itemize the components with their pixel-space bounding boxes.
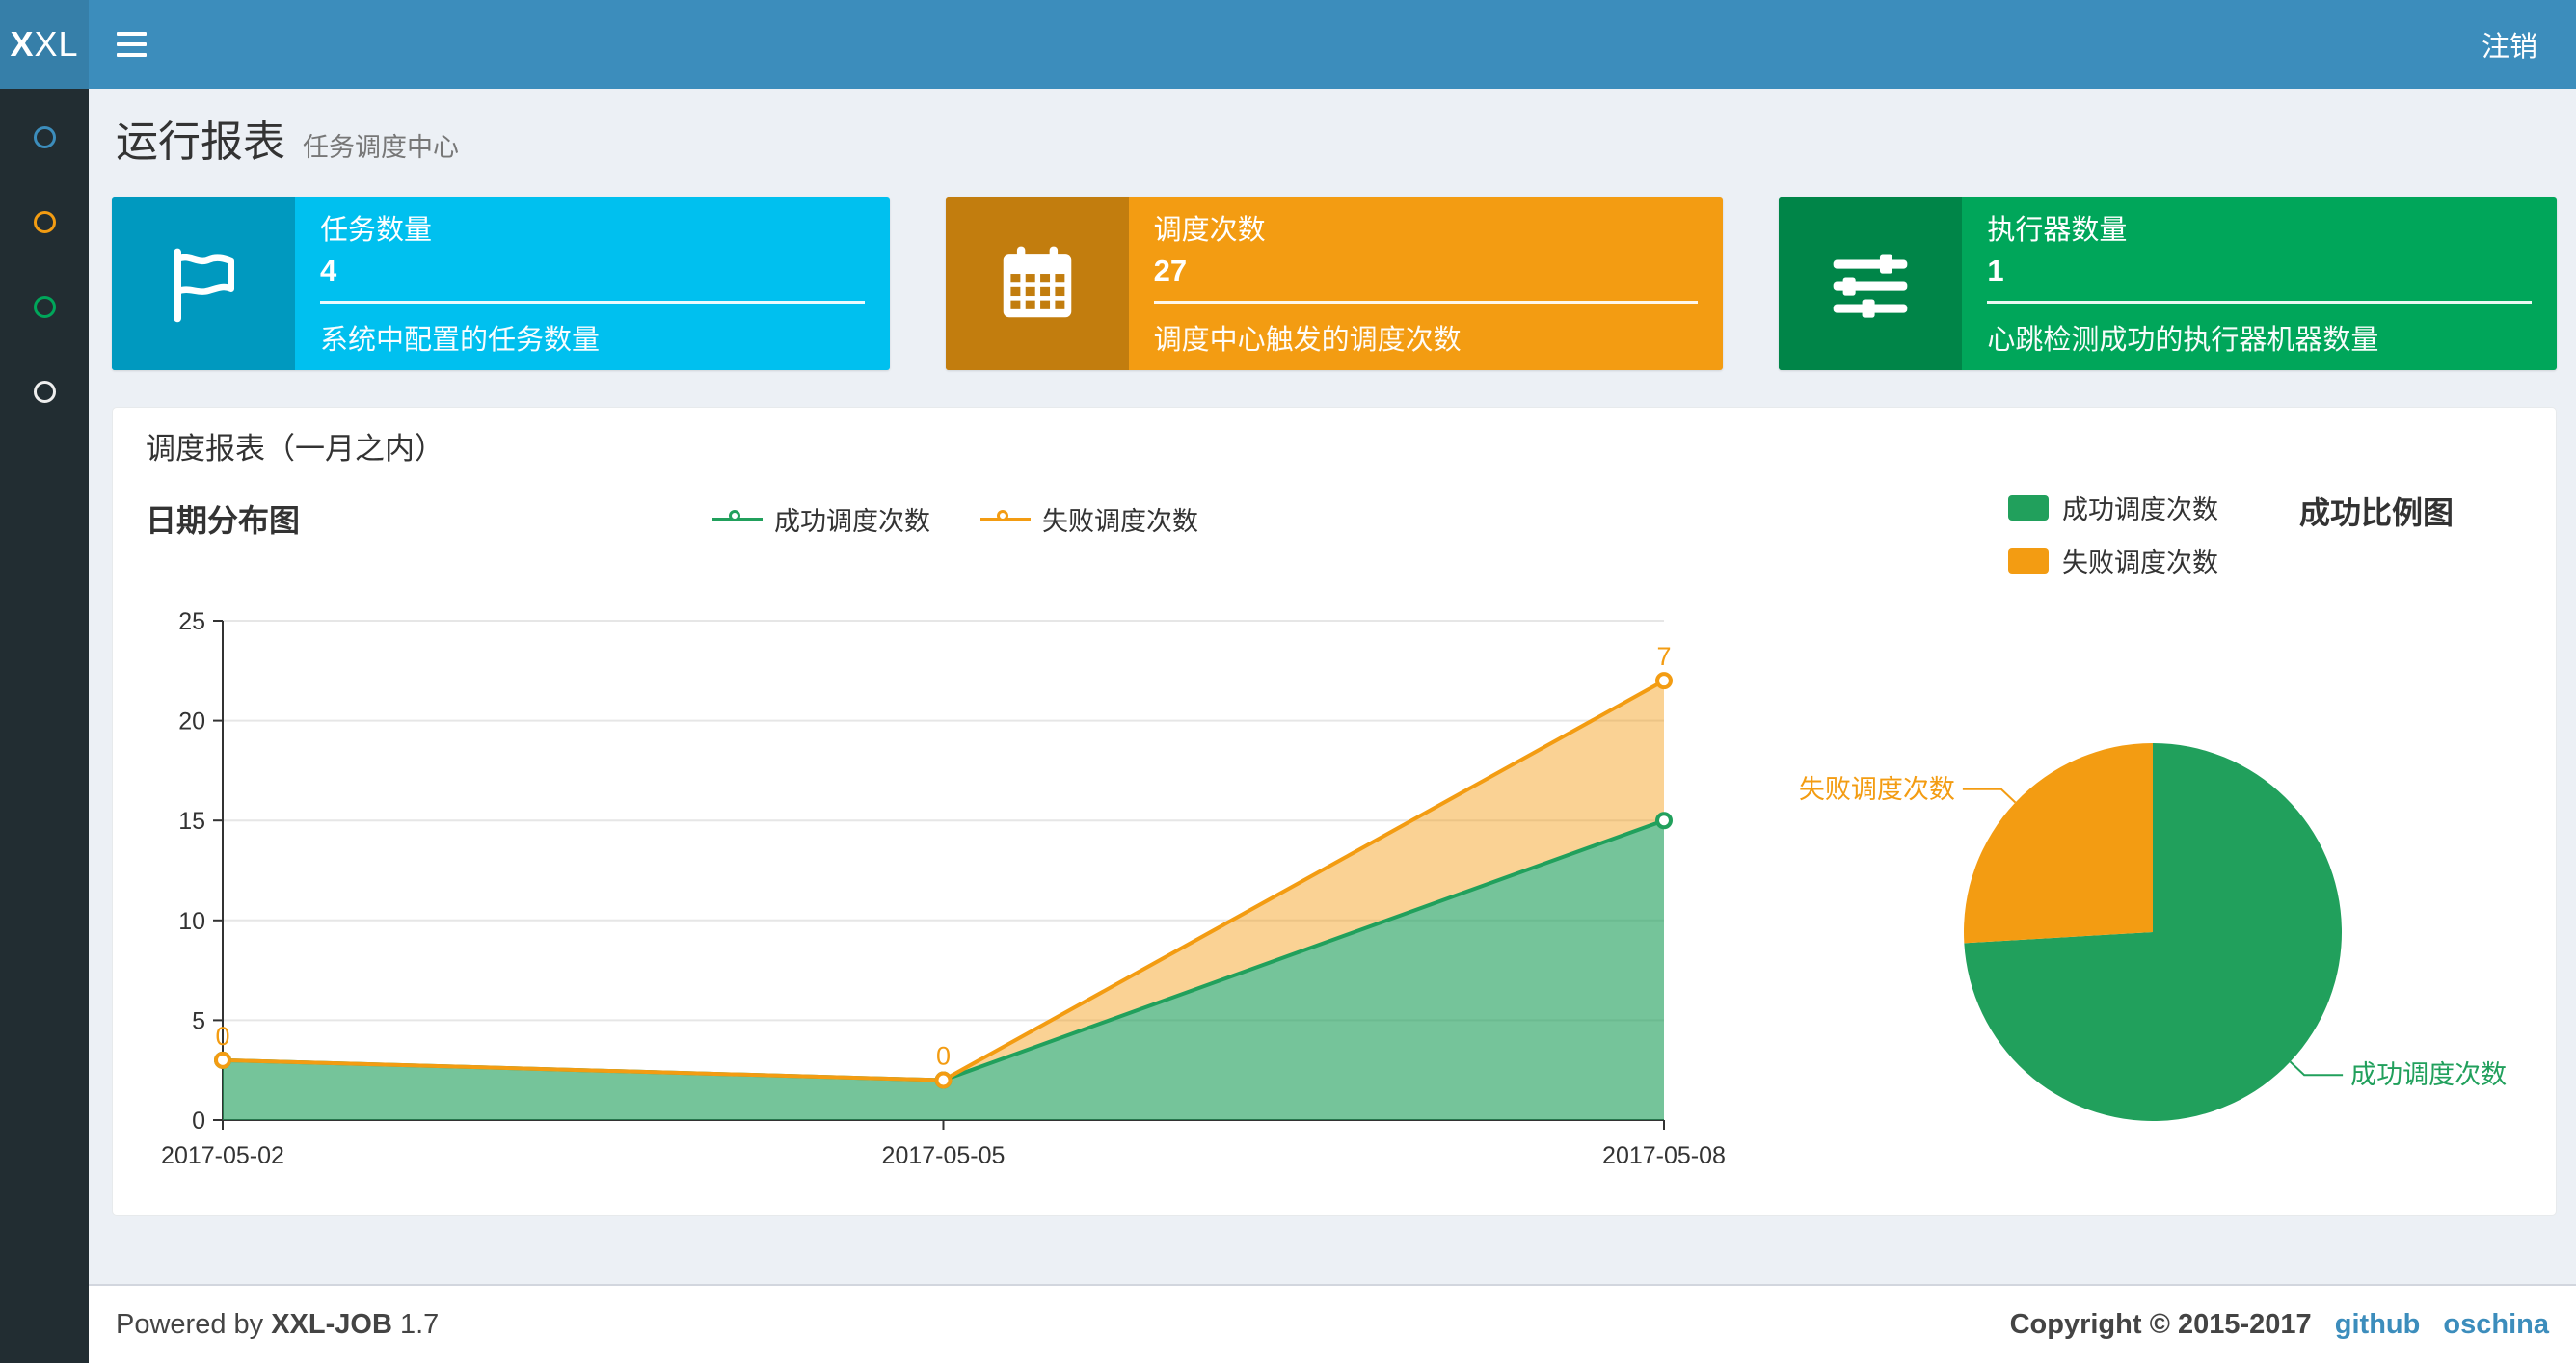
pie-chart-legend: 成功调度次数 失败调度次数: [2008, 489, 2218, 579]
date-distribution-chart: 05101520252017-05-02 2017-05-05 2017-05-08…: [161, 608, 1726, 1169]
sidebar-item-2[interactable]: [0, 179, 89, 264]
success-point: [1655, 812, 1673, 830]
circle-icon: [33, 380, 56, 403]
main-content: 运行报表 任务调度中心 任务数量 4 系统中配置的任务数量 调度次数 27 调度…: [89, 89, 2576, 1284]
info-box-body: 任务数量 4 系统中配置的任务数量: [295, 197, 890, 370]
powered-prefix: Powered by: [116, 1308, 264, 1340]
brand-version: 1.7: [399, 1308, 440, 1340]
info-box-executors: 执行器数量 1 心跳检测成功的执行器机器数量: [1779, 197, 2558, 370]
pie-label-line: [2289, 1060, 2344, 1077]
app-logo-rest: XL: [34, 24, 79, 64]
page-title: 运行报表: [116, 119, 285, 166]
legend-label: 失败调度次数: [2062, 548, 2218, 577]
info-box-triggers: 调度次数 27 调度中心触发的调度次数: [945, 197, 1724, 370]
line-marker-icon: [712, 510, 763, 527]
page-header: 运行报表 任务调度中心: [89, 89, 2576, 168]
info-box-tasks: 任务数量 4 系统中配置的任务数量: [112, 197, 890, 370]
logout-link[interactable]: 注销: [2443, 0, 2576, 89]
info-box-value: 1: [1987, 254, 2004, 287]
info-box-description: 心跳检测成功的执行器机器数量: [1987, 325, 2379, 356]
brand-name: XXL-JOB: [271, 1308, 392, 1340]
info-box-label: 执行器数量: [1987, 215, 2128, 246]
github-link[interactable]: github: [2335, 1309, 2421, 1340]
info-box-body: 执行器数量 1 心跳检测成功的执行器机器数量: [1962, 197, 2557, 370]
info-box-label: 任务数量: [320, 215, 433, 246]
info-box-label: 调度次数: [1153, 215, 1266, 246]
info-box-divider: [1987, 301, 2533, 304]
legend-item-success[interactable]: 成功调度次数: [2008, 489, 2218, 526]
pie-slice: [1964, 743, 2153, 944]
legend-item-fail[interactable]: 失败调度次数: [980, 500, 1198, 538]
info-box-description: 系统中配置的任务数量: [320, 325, 601, 356]
y-tick-label: 5: [192, 1007, 205, 1034]
navbar-spacer: [174, 0, 2443, 89]
line-chart-header: 日期分布图 成功调度次数 失败调度次数: [146, 489, 1765, 548]
app-logo-bold: X: [10, 24, 35, 64]
report-panel: 调度报表（一月之内） 日期分布图 成功调度次数 失败调度次数 0 5 10 15…: [112, 407, 2557, 1216]
x-tick-label: 2017-05-08: [1602, 1142, 1726, 1169]
page-subtitle: 任务调度中心: [303, 133, 459, 162]
legend-label: 失败调度次数: [1042, 506, 1198, 536]
success-ratio-pie-chart: 成功调度次数 失败调度次数: [1799, 743, 2507, 1121]
y-tick-label: 0: [192, 1108, 205, 1135]
pie-chart-header: 成功调度次数 失败调度次数 成功比例图: [1765, 489, 2525, 579]
sidebar-item-1[interactable]: [0, 94, 89, 179]
circle-icon: [33, 210, 56, 233]
date-distribution-block: 日期分布图 成功调度次数 失败调度次数 0 5 10 15 20 25 2017-05-02…: [146, 489, 1765, 1189]
calendar-icon: [945, 197, 1129, 370]
x-tick-label: 2017-05-02: [161, 1142, 284, 1169]
fail-point: [1655, 672, 1673, 690]
pie-label: 成功调度次数: [2350, 1060, 2507, 1089]
oschina-link[interactable]: oschina: [2443, 1309, 2549, 1340]
hamburger-icon: [116, 32, 147, 57]
charts-row: 日期分布图 成功调度次数 失败调度次数 0 5 10 15 20 25 2017-05-02…: [146, 489, 2523, 1189]
top-navbar: X XL 注销: [0, 0, 2576, 89]
sidebar-item-3[interactable]: [0, 264, 89, 349]
legend-label: 成功调度次数: [774, 506, 930, 536]
copyright-text: Copyright © 2015-2017: [2009, 1308, 2312, 1340]
info-box-divider: [1153, 301, 1699, 304]
powered-by: Powered by XXL-JOB 1.7: [116, 1309, 439, 1341]
info-box-body: 调度次数 27 调度中心触发的调度次数: [1129, 197, 1724, 370]
fail-point: [214, 1051, 231, 1069]
pie-label: 失败调度次数: [1799, 775, 1955, 804]
x-tick-label: 2017-05-05: [882, 1142, 1006, 1169]
info-box-value: 27: [1153, 254, 1188, 287]
circle-icon: [33, 125, 56, 148]
pie-chart-title: 成功比例图: [2299, 495, 2455, 530]
y-tick-label: 25: [178, 608, 205, 635]
point-label: 7: [1656, 642, 1671, 671]
info-box-divider: [320, 301, 865, 304]
point-label: 0: [936, 1042, 951, 1071]
point-label: 0: [215, 1022, 229, 1051]
line-chart-legend: 成功调度次数 失败调度次数: [712, 500, 1198, 538]
line-marker-icon: [980, 510, 1031, 527]
sliders-icon: [1779, 197, 1963, 370]
legend-swatch-icon: [2008, 494, 2049, 521]
info-box-row: 任务数量 4 系统中配置的任务数量 调度次数 27 调度中心触发的调度次数 执行…: [112, 197, 2558, 370]
legend-label: 成功调度次数: [2062, 495, 2218, 524]
info-box-description: 调度中心触发的调度次数: [1153, 325, 1462, 356]
circle-icon: [33, 295, 56, 318]
y-tick-label: 15: [178, 808, 205, 835]
line-chart-title: 日期分布图: [146, 503, 301, 538]
y-tick-label: 20: [178, 708, 205, 735]
success-ratio-block: 成功调度次数 失败调度次数 成功比例图 成功调度次数 失败调度次数: [1765, 489, 2525, 1189]
panel-title: 调度报表（一月之内）: [146, 432, 444, 466]
sidebar: [0, 89, 89, 1363]
footer: Powered by XXL-JOB 1.7 Copyright © 2015-…: [89, 1284, 2576, 1363]
flag-icon: [112, 197, 295, 370]
legend-item-fail[interactable]: 失败调度次数: [2008, 542, 2218, 579]
fail-point: [934, 1071, 953, 1089]
legend-swatch-icon: [2008, 548, 2049, 574]
app-logo[interactable]: X XL: [0, 0, 89, 89]
pie-label-line: [1962, 788, 2017, 804]
legend-item-success[interactable]: 成功调度次数: [712, 500, 930, 538]
sidebar-item-4[interactable]: [0, 349, 89, 434]
info-box-value: 4: [320, 254, 337, 287]
copyright: Copyright © 2015-2017 github oschina: [2010, 1309, 2549, 1341]
y-tick-label: 10: [178, 908, 205, 935]
sidebar-toggle-button[interactable]: [89, 0, 174, 89]
